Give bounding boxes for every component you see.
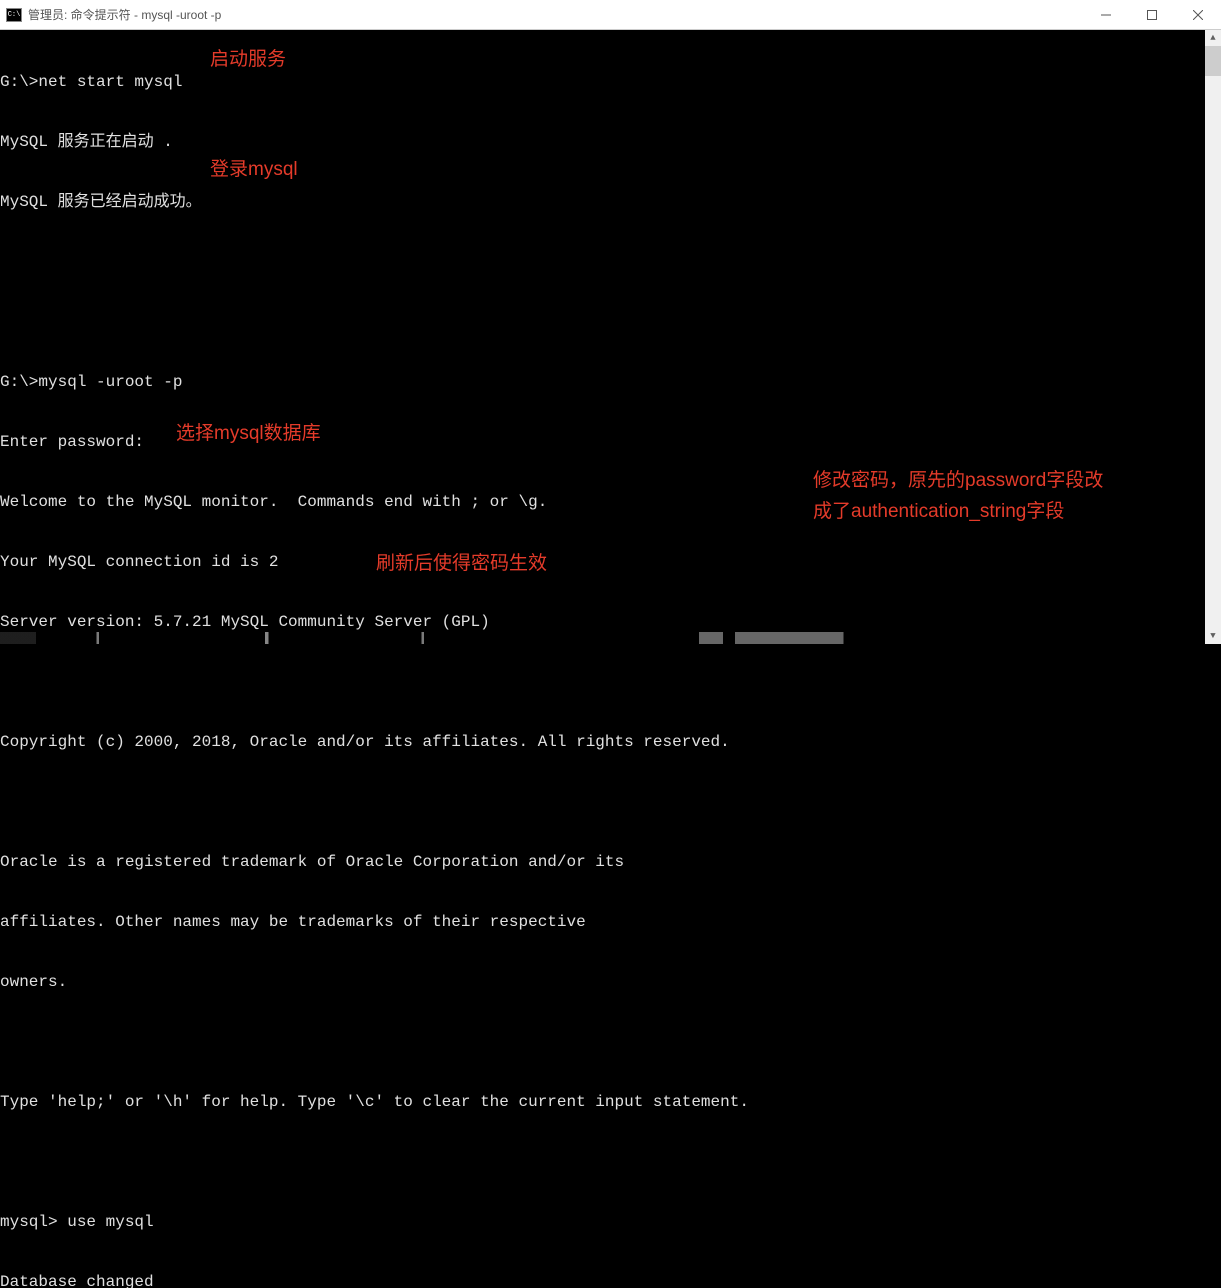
terminal-line: Oracle is a registered trademark of Orac… [0, 852, 1205, 872]
terminal-line: G:\>mysql -uroot -p [0, 372, 1205, 392]
cmd-icon [6, 8, 22, 22]
terminal-line: G:\>net start mysql [0, 72, 1205, 92]
terminal-line [0, 672, 1205, 692]
bottom-overlay-bar [0, 632, 1205, 644]
scrollbar-thumb[interactable] [1205, 46, 1221, 76]
terminal-line [0, 792, 1205, 812]
minimize-button[interactable] [1083, 0, 1129, 29]
maximize-button[interactable] [1129, 0, 1175, 29]
terminal-content[interactable]: G:\>net start mysql MySQL 服务正在启动 . MySQL… [0, 30, 1205, 644]
vertical-scrollbar[interactable]: ▲ ▼ [1205, 30, 1221, 644]
terminal-line: MySQL 服务已经启动成功。 [0, 192, 1205, 212]
terminal-line: Database changed [0, 1272, 1205, 1288]
scrollbar-up-button[interactable]: ▲ [1205, 30, 1221, 46]
window-titlebar: 管理员: 命令提示符 - mysql -uroot -p [0, 0, 1221, 30]
terminal-line [0, 312, 1205, 332]
window-controls [1083, 0, 1221, 29]
window-title: 管理员: 命令提示符 - mysql -uroot -p [28, 6, 221, 23]
terminal-line: Welcome to the MySQL monitor. Commands e… [0, 492, 1205, 512]
titlebar-left: 管理员: 命令提示符 - mysql -uroot -p [6, 6, 221, 23]
terminal-line [0, 1032, 1205, 1052]
terminal-area[interactable]: G:\>net start mysql MySQL 服务正在启动 . MySQL… [0, 30, 1221, 644]
scrollbar-down-button[interactable]: ▼ [1205, 628, 1221, 644]
terminal-line: Type 'help;' or '\h' for help. Type '\c'… [0, 1092, 1205, 1112]
terminal-line [0, 252, 1205, 272]
terminal-line: owners. [0, 972, 1205, 992]
terminal-line: affiliates. Other names may be trademark… [0, 912, 1205, 932]
terminal-line: MySQL 服务正在启动 . [0, 132, 1205, 152]
close-button[interactable] [1175, 0, 1221, 29]
terminal-line: Enter password: [0, 432, 1205, 452]
terminal-line: Copyright (c) 2000, 2018, Oracle and/or … [0, 732, 1205, 752]
terminal-line: Server version: 5.7.21 MySQL Community S… [0, 612, 1205, 632]
terminal-line [0, 1152, 1205, 1172]
terminal-line: Your MySQL connection id is 2 [0, 552, 1205, 572]
terminal-line: mysql> use mysql [0, 1212, 1205, 1232]
